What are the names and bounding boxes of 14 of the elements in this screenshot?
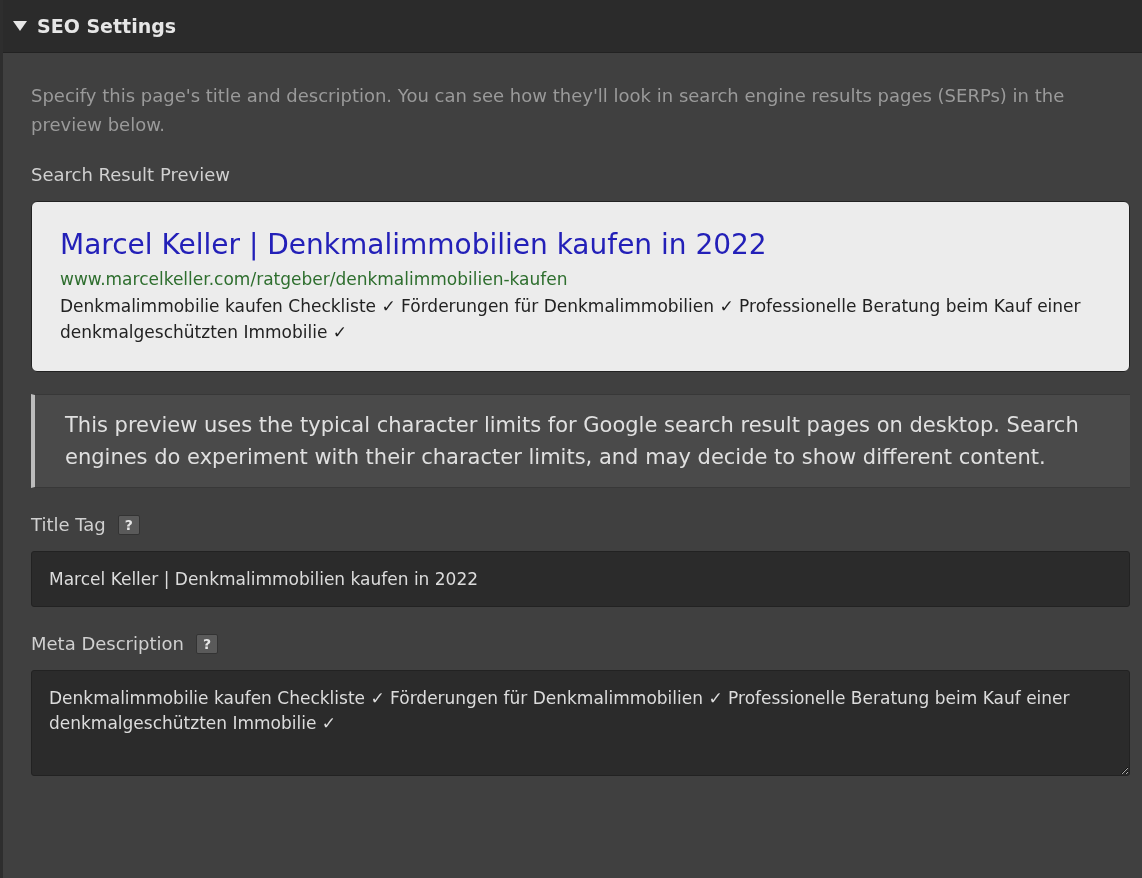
title-input[interactable]: Marcel Keller | Denkmalimmobilien kaufen in 2022 [31,551,1130,607]
preview-snippet: Denkmalimmobilie kaufen Checkliste ✓ Förderungen für Denkmalimmobilien ✓ Professionelle Beratung beim Kauf einer denkmalgeschützten Immobilie ✓ [60,295,1082,344]
description-textarea[interactable]: Denkmalimmobilie kaufen Checkliste ✓ Förderungen für Denkmalimmobilien ✓ Professionelle Beratung beim Kauf einer denkmalgeschützten Immobilie ✓ [31,670,1130,776]
preview-url: www.marcelkeller.com/ratgeber/denkmalimmobilien-kaufen [60,269,569,289]
preview-label: Search Result Preview [31,164,231,185]
help-button[interactable]: ? [195,633,219,654]
field-label: Title Tag [31,514,106,535]
section-title: SEO Settings [37,15,177,37]
preview-title: Marcel Keller | Denkmalimmobilien kaufen in 2022 [60,228,768,261]
intro-text: Specify this page's title and description. You can see how they'll look in search engine results pages (SERPs) in the preview below. [31,84,1066,137]
section-header[interactable]: SEO Settings [3,15,177,37]
info-note: This preview uses the typical character limits for Google search result pages on desktop. Search engines do experiment with their character limits, and may decide to show different content. [31,394,1130,488]
field-label: Meta Description [31,633,184,654]
help-button[interactable]: ? [117,514,140,535]
